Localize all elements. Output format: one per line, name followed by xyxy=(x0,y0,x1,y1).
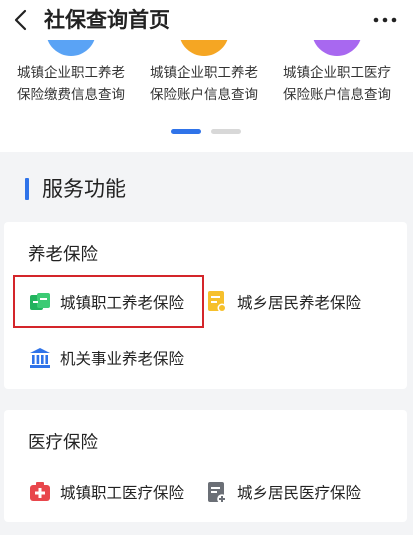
item-label: 城镇职工养老保险 xyxy=(60,294,185,312)
carousel-dot-active[interactable] xyxy=(171,129,201,134)
item-label: 机关事业养老保险 xyxy=(60,350,185,368)
tile-label-line1: 城镇企业职工养老 xyxy=(17,65,125,81)
more-button[interactable] xyxy=(369,8,401,32)
item-label: 城镇职工医疗保险 xyxy=(60,484,185,502)
urban-rural-resident-pension-item[interactable]: 城乡居民养老保险 xyxy=(205,282,361,322)
page-title: 社保查询首页 xyxy=(44,8,170,32)
urban-employee-pension-item[interactable]: 城镇职工养老保险 xyxy=(28,282,184,322)
tile-pension-account-query[interactable]: 城镇企业职工养老 保险账户信息查询 xyxy=(139,40,269,120)
carousel-dot[interactable] xyxy=(211,129,241,134)
tile-label-line1: 城镇企业职工医疗 xyxy=(283,65,391,81)
tile-label-line2: 保险账户信息查询 xyxy=(283,87,391,103)
tile-label-line2: 保险缴费信息查询 xyxy=(17,87,125,103)
carousel-indicator xyxy=(0,129,413,135)
tile-icon-circle xyxy=(312,40,362,56)
urban-employee-medical-item[interactable]: 城镇职工医疗保险 xyxy=(28,472,184,512)
tile-icon-circle xyxy=(179,40,229,56)
item-label: 城乡居民养老保险 xyxy=(237,294,362,312)
bank-building-icon xyxy=(28,346,52,370)
red-medkit-icon xyxy=(28,480,52,504)
more-dots-icon xyxy=(373,17,397,23)
page: 社保查询首页 城镇企业职工养老 保险缴费信息查询 城镇企业职工养老 保险账户信息… xyxy=(0,0,413,535)
tile-pension-payment-query[interactable]: 城镇企业职工养老 保险缴费信息查询 xyxy=(6,40,136,120)
section-title: 服务功能 xyxy=(42,177,126,201)
urban-rural-resident-medical-item[interactable]: 城乡居民医疗保险 xyxy=(205,472,361,512)
tile-medical-account-query[interactable]: 城镇企业职工医疗 保险账户信息查询 xyxy=(272,40,402,120)
quick-query-carousel: 城镇企业职工养老 保险缴费信息查询 城镇企业职工养老 保险账户信息查询 城镇企业… xyxy=(0,40,413,152)
top-nav-bar: 社保查询首页 xyxy=(0,0,413,40)
medical-card-title: 医疗保险 xyxy=(28,433,98,453)
tile-label-line1: 城镇企业职工养老 xyxy=(150,65,258,81)
government-institution-pension-item[interactable]: 机关事业养老保险 xyxy=(28,338,184,378)
yellow-doc-icon xyxy=(205,290,229,314)
pension-card-title: 养老保险 xyxy=(28,245,98,265)
pension-insurance-card: 养老保险 城镇职工养老保险 城乡居民养老保险 机关事业养老保险 xyxy=(4,222,407,389)
gray-clipboard-plus-icon xyxy=(205,480,229,504)
tile-label-line2: 保险账户信息查询 xyxy=(150,87,258,103)
back-button[interactable] xyxy=(8,6,32,34)
medical-insurance-card: 医疗保险 城镇职工医疗保险 城乡居民医疗保险 xyxy=(4,410,407,522)
tile-icon-circle xyxy=(46,40,96,56)
chevron-left-icon xyxy=(14,9,27,31)
section-accent-bar xyxy=(25,178,29,200)
green-cards-icon xyxy=(28,290,52,314)
item-label: 城乡居民医疗保险 xyxy=(237,484,362,502)
